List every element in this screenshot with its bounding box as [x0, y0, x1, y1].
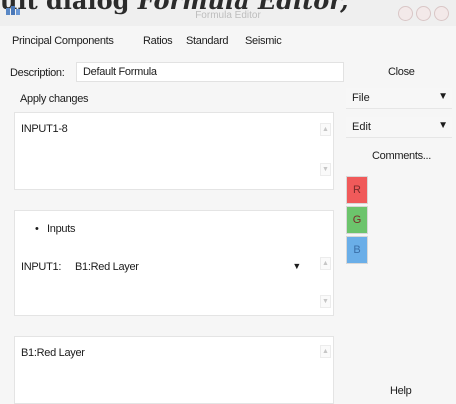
comments-label: Comments...	[372, 150, 432, 162]
edit-arrow-icon: ▼	[438, 120, 448, 131]
description-label: Description:	[10, 67, 65, 79]
description-input[interactable]: Default Formula	[76, 62, 344, 82]
file-label: File	[352, 92, 370, 104]
green-channel-button[interactable]: G	[346, 206, 368, 234]
close-label: Close	[388, 66, 415, 78]
title-bar: ult dialog Formula Editor, Formula Edito…	[0, 0, 456, 26]
minimize-button[interactable]	[398, 6, 413, 21]
close-window-button[interactable]	[434, 6, 449, 21]
formula-panel[interactable]: INPUT1-8 ▲ ▼	[14, 112, 334, 190]
scroll-down-icon[interactable]: ▼	[320, 163, 331, 176]
menu-seismic[interactable]: Seismic	[245, 35, 282, 47]
input1-dropdown-icon: ▼	[292, 261, 301, 271]
description-value: Default Formula	[83, 66, 157, 78]
formula-text: INPUT1-8	[21, 123, 68, 135]
menu-bar: Principal Components Ratios Standard Sei…	[0, 32, 456, 50]
red-channel-label: R	[353, 184, 361, 196]
inputs-header: Inputs	[47, 223, 76, 235]
close-button[interactable]: Close	[346, 62, 452, 82]
red-channel-button[interactable]: R	[346, 176, 368, 204]
file-arrow-icon: ▼	[438, 91, 448, 102]
help-button[interactable]: Help	[346, 382, 452, 402]
file-dropdown[interactable]: File ▼	[346, 88, 452, 109]
layer-text: B1:Red Layer	[21, 347, 85, 359]
layer-scroll-up-icon[interactable]: ▲	[320, 345, 331, 358]
green-channel-label: G	[352, 214, 362, 226]
edit-label: Edit	[352, 121, 371, 133]
input1-value: B1:Red Layer	[75, 261, 139, 273]
help-label: Help	[390, 385, 412, 397]
input1-select[interactable]: B1:Red Layer ▼	[71, 257, 307, 275]
blue-channel-label: B	[353, 244, 361, 256]
inputs-bullet: •	[35, 223, 39, 235]
apply-changes-label[interactable]: Apply changes	[20, 93, 89, 105]
menu-ratios[interactable]: Ratios	[143, 35, 173, 47]
layer-panel[interactable]: B1:Red Layer ▲	[14, 336, 334, 404]
menu-standard[interactable]: Standard	[186, 35, 229, 47]
input1-label: INPUT1:	[21, 261, 62, 273]
window-title: Formula Editor	[195, 10, 261, 21]
menu-principal-components[interactable]: Principal Components	[12, 35, 114, 47]
edit-dropdown[interactable]: Edit ▼	[346, 117, 452, 138]
blue-channel-button[interactable]: B	[346, 236, 368, 264]
inputs-panel: • Inputs INPUT1: B1:Red Layer ▼ ▲ ▼	[14, 210, 334, 316]
inputs-scroll-down-icon[interactable]: ▼	[320, 295, 331, 308]
comments-button[interactable]: Comments...	[346, 146, 452, 166]
scroll-up-icon[interactable]: ▲	[320, 123, 331, 136]
inputs-scroll-up-icon[interactable]: ▲	[320, 257, 331, 270]
maximize-button[interactable]	[416, 6, 431, 21]
